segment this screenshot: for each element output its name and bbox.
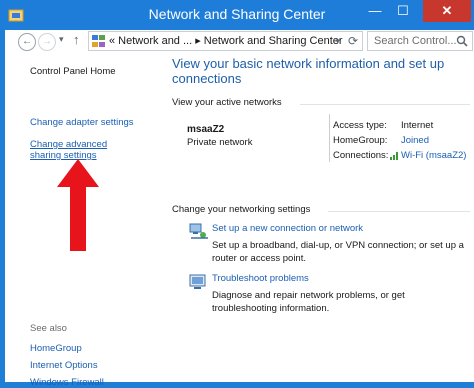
back-button[interactable]: ← bbox=[18, 33, 36, 51]
search-input[interactable]: Search Control... bbox=[374, 32, 457, 50]
change-advanced-sharing-link[interactable]: Change advanced sharing settings bbox=[30, 139, 140, 161]
access-type-value: Internet bbox=[401, 120, 434, 131]
maximize-button[interactable]: ☐ bbox=[390, 0, 416, 22]
homegroup-joined-link[interactable]: Joined bbox=[401, 135, 429, 146]
red-arrow-annotation bbox=[57, 159, 99, 251]
setup-connection-description: Set up a broadband, dial-up, or VPN conn… bbox=[212, 240, 464, 264]
window-frame: ← → ▾ ↑ « Network and ... ▸ Network and … bbox=[5, 30, 474, 388]
see-also-label: See also bbox=[30, 323, 67, 334]
title-bar: Network and Sharing Center — ☐ ✕ bbox=[0, 0, 474, 30]
change-settings-label: Change your networking settings bbox=[172, 204, 311, 215]
wifi-signal-icon bbox=[390, 152, 398, 160]
network-type[interactable]: Private network bbox=[187, 137, 252, 148]
access-type-label: Access type: bbox=[333, 120, 387, 131]
setup-connection-link[interactable]: Set up a new connection or network bbox=[212, 223, 363, 234]
active-networks-label: View your active networks bbox=[172, 97, 282, 108]
search-box[interactable]: Search Control... bbox=[367, 31, 473, 51]
wifi-connection-link[interactable]: Wi-Fi (msaaZ2) bbox=[401, 150, 466, 161]
close-button[interactable]: ✕ bbox=[423, 0, 471, 22]
troubleshoot-icon bbox=[189, 274, 206, 289]
left-pane: Control Panel Home Change adapter settin… bbox=[5, 54, 150, 388]
section-divider bbox=[300, 104, 470, 105]
section-divider bbox=[328, 211, 470, 212]
windows-firewall-link[interactable]: Windows Firewall bbox=[30, 377, 104, 388]
page-heading: View your basic network information and … bbox=[172, 56, 445, 86]
history-dropdown-icon[interactable]: ▾ bbox=[59, 34, 64, 45]
homegroup-link[interactable]: HomeGroup bbox=[30, 343, 82, 354]
network-name: msaaZ2 bbox=[187, 124, 225, 135]
new-connection-icon bbox=[189, 223, 208, 239]
breadcrumb-path[interactable]: « Network and ... ▸ Network and Sharing … bbox=[109, 32, 343, 50]
breadcrumb-dropdown-icon[interactable]: ▾ bbox=[335, 32, 340, 50]
internet-options-link[interactable]: Internet Options bbox=[30, 360, 98, 371]
troubleshoot-description: Diagnose and repair network problems, or… bbox=[212, 290, 405, 314]
address-bar: ← → ▾ ↑ « Network and ... ▸ Network and … bbox=[5, 30, 474, 52]
refresh-icon[interactable]: ⟳ bbox=[348, 32, 358, 50]
network-divider bbox=[329, 114, 330, 162]
control-panel-home-link[interactable]: Control Panel Home bbox=[30, 66, 116, 77]
minimize-button[interactable]: — bbox=[362, 0, 388, 22]
troubleshoot-problems-link[interactable]: Troubleshoot problems bbox=[212, 273, 309, 284]
forward-button[interactable]: → bbox=[38, 33, 56, 51]
search-icon[interactable] bbox=[456, 35, 468, 47]
control-panel-icon bbox=[92, 35, 105, 47]
up-button[interactable]: ↑ bbox=[73, 32, 80, 47]
change-adapter-settings-link[interactable]: Change adapter settings bbox=[30, 117, 134, 128]
breadcrumb[interactable]: « Network and ... ▸ Network and Sharing … bbox=[88, 31, 363, 51]
main-pane: View your basic network information and … bbox=[150, 54, 474, 382]
connections-label: Connections: bbox=[333, 150, 389, 161]
homegroup-label: HomeGroup: bbox=[333, 135, 388, 146]
